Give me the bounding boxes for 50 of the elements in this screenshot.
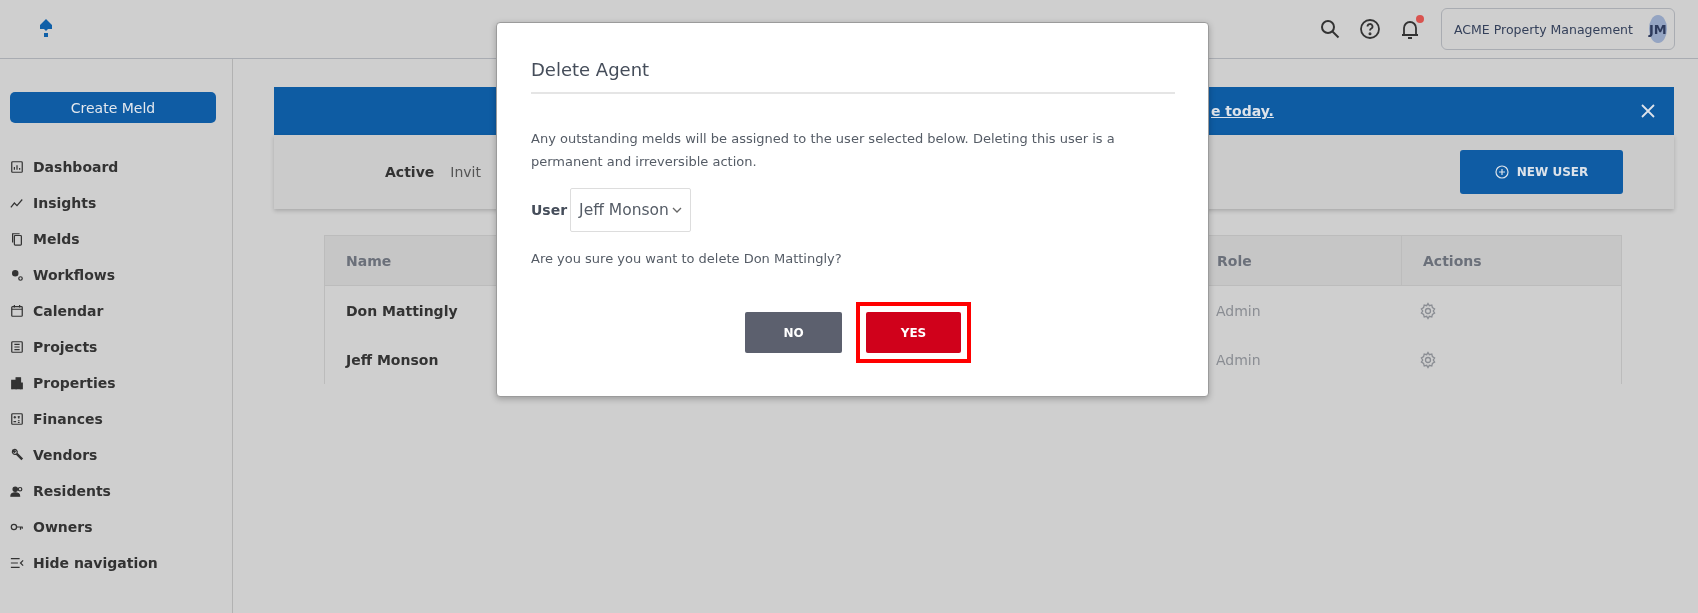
banner-link[interactable]: e today. [1211,103,1274,119]
table-cell: Admin [1216,303,1261,319]
user-label: User [531,202,568,218]
nav-item[interactable]: Calendar [33,303,104,319]
column-header: Role [1217,252,1252,269]
nav-item[interactable]: Residents [33,483,111,499]
account-switcher[interactable]: ACME Property Management JM [1441,8,1675,50]
nav-item[interactable]: Properties [33,375,116,391]
search-icon[interactable] [1319,18,1341,40]
nav-item[interactable]: Insights [33,195,97,211]
add-icon [1494,165,1509,179]
create-meld-button[interactable]: Create Meld [10,92,216,123]
chevron-down-icon [671,205,682,215]
wrench-icon [10,448,24,462]
table-cell: Don Mattingly [346,303,458,319]
tab[interactable]: Active [385,164,435,180]
copy-icon [10,232,24,246]
tab[interactable]: Invit [450,164,481,180]
table-cell: Jeff Monson [346,352,439,368]
nav-item[interactable]: Projects [33,339,98,355]
list-icon [10,340,24,354]
nav-item[interactable]: Workflows [33,267,116,283]
chart-icon [10,160,24,174]
nav-item[interactable]: Vendors [33,447,98,463]
trend-icon [10,196,24,210]
help-icon[interactable] [1359,18,1381,40]
nav-item[interactable]: Owners [33,519,93,535]
no-button[interactable]: NO [745,312,842,353]
dialog-title: Delete Agent [531,23,1175,94]
gears-icon [10,268,24,282]
nav-item[interactable]: Melds [33,231,80,247]
yes-button[interactable]: YES [866,312,961,353]
confirm-question: Are you sure you want to delete Don Mattingly? [531,251,843,266]
new-user-button[interactable]: NEW USER [1460,150,1623,194]
bell-icon[interactable] [1399,18,1421,40]
buildings-icon [10,376,24,390]
table-cell: Admin [1216,352,1261,368]
user-select[interactable]: Jeff Monson [570,188,691,232]
hide-navigation-link[interactable]: Hide navigation [33,555,158,571]
nav-item[interactable]: Finances [33,411,103,427]
calculator-icon [10,412,24,426]
nav-item[interactable]: Dashboard [33,159,119,175]
column-header: Actions [1423,252,1482,269]
people-icon [10,484,24,498]
dialog-message: Any outstanding melds will be assigned to the user selected below. Deleting this user is a permanent and irreversible action. [531,130,1116,171]
close-icon[interactable] [1640,103,1656,119]
avatar: JM [1648,15,1667,43]
column-header: Name [346,252,392,269]
collapse-icon [10,556,24,570]
calendar-icon [10,304,24,318]
